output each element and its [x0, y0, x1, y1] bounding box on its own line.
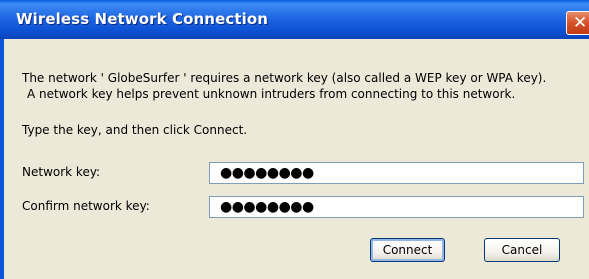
confirm-network-key-label: Confirm network key:: [22, 199, 150, 213]
confirm-network-key-masked-value: ●●●●●●●●: [220, 199, 314, 215]
close-icon: ✕: [573, 13, 588, 33]
title-bar[interactable]: Wireless Network Connection ✕: [0, 0, 589, 39]
network-key-masked-value: ●●●●●●●●: [220, 165, 314, 181]
cancel-button[interactable]: Cancel: [484, 238, 560, 262]
instruction-text: Type the key, and then click Connect.: [22, 123, 248, 137]
close-button[interactable]: ✕: [566, 11, 589, 35]
confirm-network-key-input[interactable]: ●●●●●●●●: [209, 196, 584, 218]
message-line-2: A network key helps prevent unknown intr…: [27, 87, 516, 101]
dialog-body: The network ' GlobeSurfer ' requires a n…: [4, 39, 589, 279]
connect-button[interactable]: Connect: [370, 238, 445, 262]
message-line-1: The network ' GlobeSurfer ' requires a n…: [22, 71, 547, 85]
network-key-label: Network key:: [22, 165, 101, 179]
network-key-input[interactable]: ●●●●●●●●: [209, 162, 584, 184]
wireless-network-connection-dialog: Wireless Network Connection ✕ The networ…: [0, 0, 589, 279]
window-title: Wireless Network Connection: [16, 10, 269, 28]
